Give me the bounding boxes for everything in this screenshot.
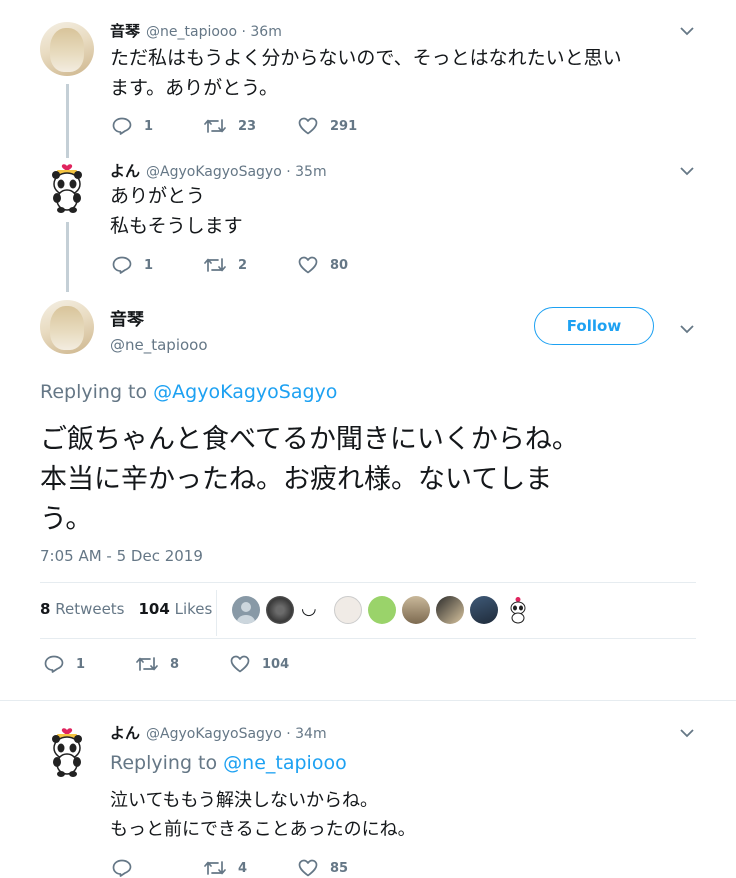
like-count: 85 [330, 860, 349, 876]
timestamp[interactable]: 7:05 AM - 5 Dec 2019 [40, 547, 203, 565]
like-button[interactable]: 104 [230, 655, 289, 673]
replying-to: Replying to @ne_tapiooo [110, 752, 347, 774]
avatar[interactable] [40, 22, 94, 76]
heart-icon [298, 117, 318, 135]
avatar[interactable] [40, 160, 94, 214]
retweets-stat-label: Retweets [55, 600, 125, 618]
tweet-text-line: ご飯ちゃんと食べてるか聞きにいくからね。 [40, 424, 579, 455]
liker-avatar[interactable] [334, 596, 362, 624]
reply-count: 1 [144, 118, 154, 134]
panda-avatar-image [52, 164, 82, 213]
tweet-text-line: ただ私はもうよく分からないので、そっとはなれたいと思い [110, 47, 622, 69]
author-handle[interactable]: @AgyoKagyoSagyo · 34m [146, 726, 327, 742]
liker-avatar[interactable] [368, 596, 396, 624]
thread-line [66, 222, 69, 292]
retweet-count: 2 [238, 257, 248, 273]
retweet-icon [136, 657, 158, 671]
retweet-icon [204, 258, 226, 272]
likes-stat[interactable]: 104 Likes [139, 600, 213, 618]
tweet-text-line: もっと前にできることあったのにね。 [110, 819, 416, 840]
avatar[interactable] [40, 724, 94, 778]
replying-to: Replying to @AgyoKagyoSagyo [40, 381, 337, 403]
tweet-text-line: ます。ありがとう。 [110, 77, 278, 99]
panda-avatar-image [510, 597, 526, 624]
follow-button[interactable]: Follow [534, 307, 654, 345]
reply-button[interactable]: 1 [44, 655, 85, 673]
divider [40, 638, 696, 639]
author-name[interactable]: よん [110, 722, 140, 743]
stats-separator [216, 590, 217, 636]
liker-avatar[interactable] [436, 596, 464, 624]
reply-icon [112, 859, 132, 877]
reply-button[interactable]: 1 [112, 117, 153, 135]
chevron-down-icon[interactable] [680, 26, 694, 36]
replying-prefix: Replying to [40, 381, 148, 403]
reply-count: 1 [76, 656, 86, 672]
retweet-button[interactable]: 23 [204, 117, 256, 135]
reply-icon [112, 117, 132, 135]
liker-avatar[interactable] [232, 596, 260, 624]
author-handle[interactable]: @AgyoKagyoSagyo · 35m [146, 164, 327, 180]
thread-line [66, 84, 69, 158]
default-user-icon [237, 602, 255, 624]
retweet-icon [204, 861, 226, 875]
retweet-button[interactable]: 2 [204, 256, 247, 274]
like-button[interactable]: 80 [298, 256, 348, 274]
divider [0, 700, 736, 701]
panda-avatar-image [52, 728, 82, 777]
author-handle[interactable]: @ne_tapiooo · 36m [146, 24, 282, 40]
like-count: 291 [330, 118, 358, 134]
author-name[interactable]: 音琴 [110, 20, 140, 41]
tweet-text-line: ありがとう [110, 185, 206, 207]
divider [40, 582, 696, 583]
heart-icon [230, 655, 250, 673]
liker-avatar[interactable] [470, 596, 498, 624]
chevron-down-icon[interactable] [680, 166, 694, 176]
reply-button[interactable] [112, 859, 132, 877]
likes-stat-count: 104 [138, 600, 170, 618]
chevron-down-icon[interactable] [680, 324, 694, 334]
retweet-count: 4 [238, 860, 248, 876]
retweet-button[interactable]: 4 [204, 859, 247, 877]
heart-icon [298, 859, 318, 877]
retweet-button[interactable]: 8 [136, 655, 179, 673]
liker-avatar[interactable]: ◡ [301, 598, 317, 619]
reply-icon [44, 655, 64, 673]
liker-avatar[interactable] [504, 596, 532, 624]
retweets-stat-count: 8 [40, 600, 51, 618]
replying-prefix: Replying to [110, 752, 218, 774]
author-name[interactable]: よん [110, 160, 140, 181]
tweet-text-line: 私もそうします [110, 215, 243, 237]
reply-button[interactable]: 1 [112, 256, 153, 274]
liker-avatar[interactable] [402, 596, 430, 624]
author-name[interactable]: 音琴 [110, 305, 208, 330]
author-handle[interactable]: @ne_tapiooo [110, 336, 208, 354]
like-count: 80 [330, 257, 349, 273]
heart-icon [298, 256, 318, 274]
reply-icon [112, 256, 132, 274]
retweets-stat[interactable]: 8 Retweets [40, 600, 125, 618]
replying-to-link[interactable]: @AgyoKagyoSagyo [153, 381, 337, 403]
tweet-text-line: 本当に辛かったね。お疲れ様。ないてしま [40, 464, 553, 495]
retweet-icon [204, 119, 226, 133]
chevron-down-icon[interactable] [680, 728, 694, 738]
reply-count: 1 [144, 257, 154, 273]
retweet-count: 23 [238, 118, 257, 134]
liker-avatar[interactable] [266, 596, 294, 624]
like-count: 104 [262, 656, 290, 672]
likes-stat-label: Likes [174, 600, 213, 618]
like-button[interactable]: 85 [298, 859, 348, 877]
tweet-text-line: 泣いてももう解決しないからね。 [110, 790, 379, 811]
like-button[interactable]: 291 [298, 117, 357, 135]
tweet-text-line: う。 [40, 504, 93, 535]
retweet-count: 8 [170, 656, 180, 672]
replying-to-link[interactable]: @ne_tapiooo [223, 752, 347, 774]
avatar[interactable] [40, 300, 94, 354]
